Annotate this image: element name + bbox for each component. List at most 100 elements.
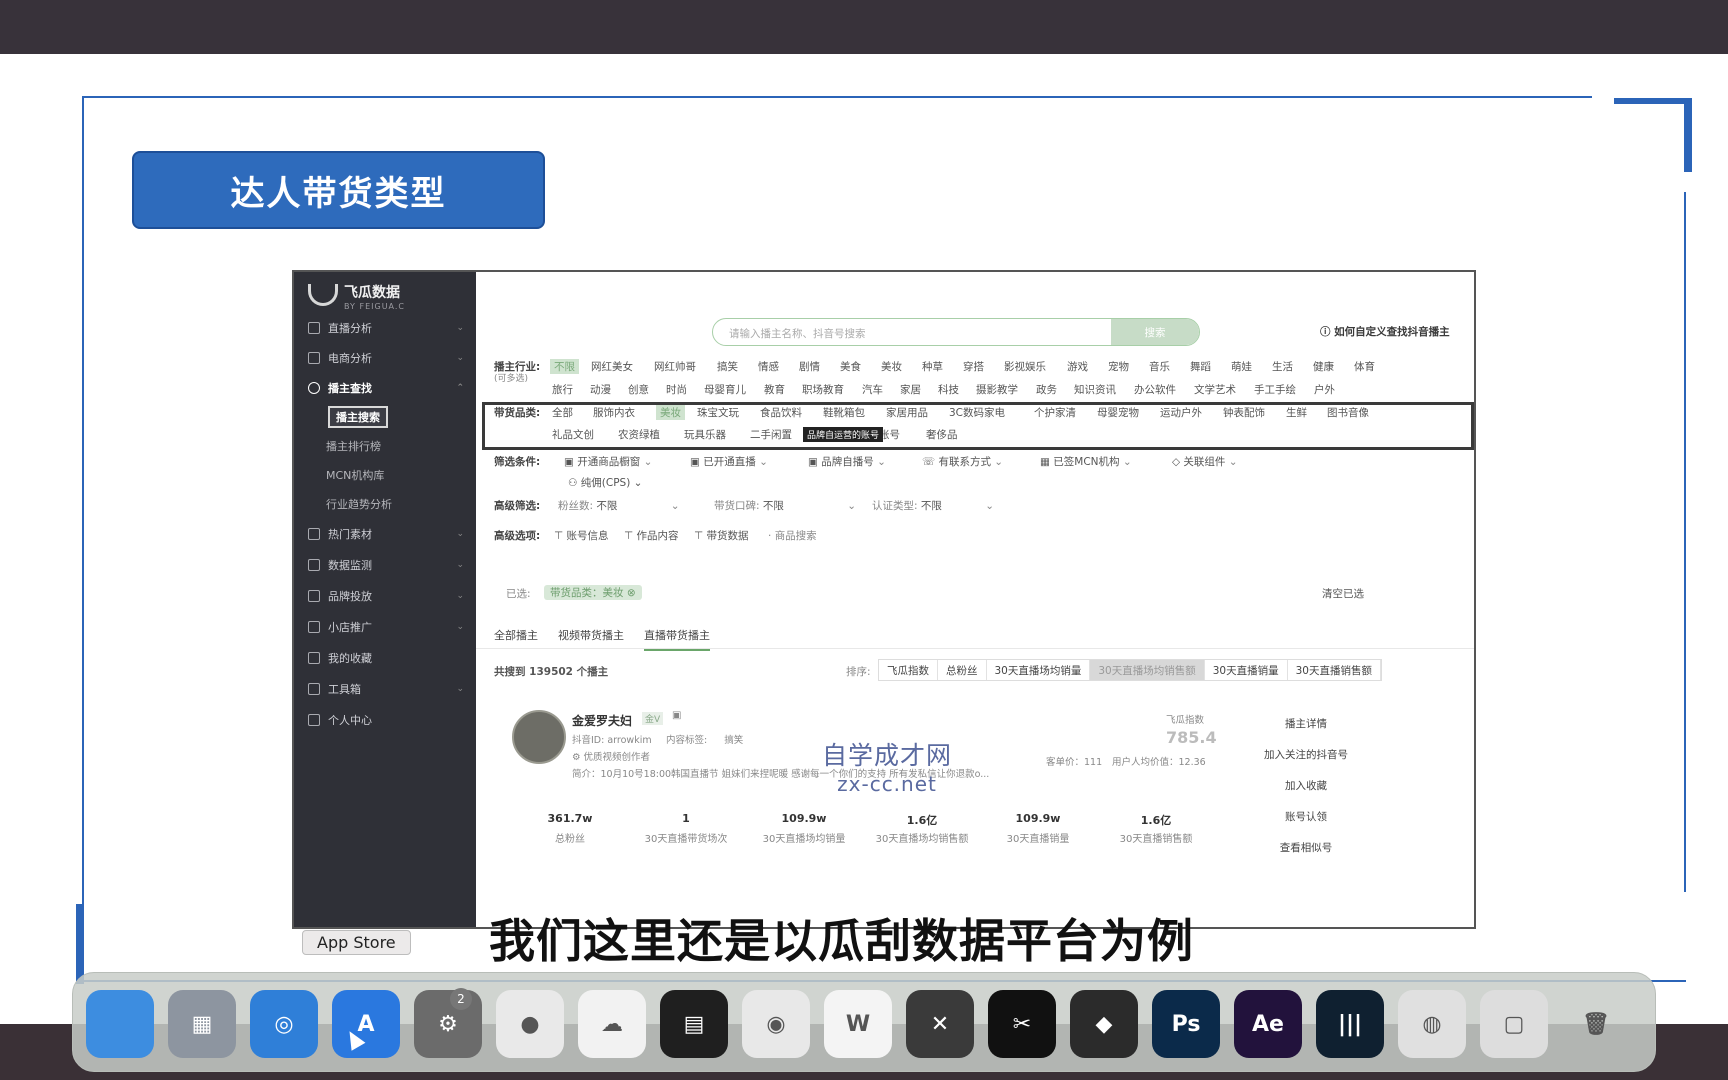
filter-cps-label[interactable]: 纯佣(CPS) bbox=[581, 477, 631, 489]
industry-tag[interactable]: 办公软件 bbox=[1134, 382, 1176, 397]
sort-option[interactable]: 30天直播场均销量 bbox=[987, 660, 1091, 680]
photoshop-icon[interactable]: Ps bbox=[1152, 990, 1220, 1058]
industry-tag[interactable]: 动漫 bbox=[590, 382, 611, 397]
industry-tag[interactable]: 职场教育 bbox=[802, 382, 844, 397]
advanced-option-label[interactable]: 带货数据 bbox=[706, 530, 748, 542]
filter-option-label[interactable]: 关联组件 bbox=[1183, 456, 1225, 468]
selected-chip[interactable]: 带货品类：美妆 ⊗ bbox=[544, 585, 642, 600]
netease-music-icon[interactable]: ◉ bbox=[742, 990, 810, 1058]
industry-tag[interactable]: 穿搭 bbox=[963, 359, 984, 374]
industry-tag[interactable]: 不限 bbox=[550, 359, 579, 374]
sort-option[interactable]: 总粉丝 bbox=[938, 660, 987, 680]
category-tag[interactable]: 运动户外 bbox=[1160, 405, 1202, 420]
app-store-icon[interactable]: A bbox=[332, 990, 400, 1058]
industry-tag[interactable]: 游戏 bbox=[1067, 359, 1088, 374]
chrome-icon[interactable]: ◍ bbox=[1398, 990, 1466, 1058]
filter-option[interactable]: ▣ 品牌自播号 ⌄ bbox=[808, 454, 886, 469]
category-tag[interactable]: 生鲜 bbox=[1286, 405, 1307, 420]
action-link[interactable]: 加入收藏 bbox=[1256, 778, 1356, 793]
trash-icon[interactable]: 🗑 bbox=[1562, 990, 1630, 1058]
advanced-option-label[interactable]: 账号信息 bbox=[566, 530, 608, 542]
industry-tag[interactable]: 搞笑 bbox=[717, 359, 738, 374]
filter-option[interactable]: ☏ 有联系方式 ⌄ bbox=[922, 454, 1003, 469]
action-link[interactable]: 播主详情 bbox=[1256, 716, 1356, 731]
sidebar-sub-ranking[interactable]: 播主排行榜 bbox=[326, 435, 381, 457]
sidebar-item-shop[interactable]: 小店推广 ⌄ bbox=[294, 615, 476, 639]
finder-icon[interactable] bbox=[86, 990, 154, 1058]
category-tag[interactable]: 玩具乐器 bbox=[684, 427, 726, 442]
reputation-value[interactable]: 不限 bbox=[763, 500, 784, 512]
sidebar-item-brand[interactable]: 品牌投放 ⌄ bbox=[294, 584, 476, 608]
clear-selected-button[interactable]: 清空已选 bbox=[1322, 586, 1364, 601]
category-tag[interactable]: 全部 bbox=[552, 405, 573, 420]
action-link[interactable]: 查看相似号 bbox=[1256, 840, 1356, 855]
preview-icon[interactable]: ▢ bbox=[1480, 990, 1548, 1058]
fans-value[interactable]: 不限 bbox=[596, 500, 617, 512]
filter-cps[interactable]: ⚇ 纯佣(CPS) ⌄ bbox=[568, 475, 642, 490]
filter-option-label[interactable]: 品牌自播号 bbox=[821, 456, 874, 468]
audio-app-icon[interactable]: ||| bbox=[1316, 990, 1384, 1058]
wps-icon[interactable]: W bbox=[824, 990, 892, 1058]
category-tag[interactable]: 3C数码家电 bbox=[949, 405, 1005, 420]
after-effects-icon[interactable]: Ae bbox=[1234, 990, 1302, 1058]
action-link[interactable]: 加入关注的抖音号 bbox=[1256, 747, 1356, 762]
industry-tag[interactable]: 户外 bbox=[1314, 382, 1335, 397]
industry-tag[interactable]: 网红美女 bbox=[591, 359, 633, 374]
advanced-option[interactable]: ⊤ 作品内容 bbox=[624, 528, 678, 543]
filter-option[interactable]: ▣ 已开通直播 ⌄ bbox=[690, 454, 768, 469]
industry-tag[interactable]: 政务 bbox=[1036, 382, 1057, 397]
cert-value[interactable]: 不限 bbox=[921, 500, 942, 512]
sort-option[interactable]: 30天直播销售额 bbox=[1288, 660, 1381, 680]
category-tag[interactable]: 美妆 bbox=[656, 405, 685, 420]
industry-tag[interactable]: 摄影教学 bbox=[976, 382, 1018, 397]
advanced-option-label[interactable]: 作品内容 bbox=[636, 530, 678, 542]
industry-tag[interactable]: 宠物 bbox=[1108, 359, 1129, 374]
category-tag[interactable]: 钟表配饰 bbox=[1223, 405, 1265, 420]
advanced-option[interactable]: ⊤ 账号信息 bbox=[554, 528, 608, 543]
filter-option-label[interactable]: 有联系方式 bbox=[938, 456, 991, 468]
search-bar[interactable]: 请输入播主名称、抖音号搜索 搜索 bbox=[712, 318, 1200, 346]
advanced-option[interactable]: ⊤ 带货数据 bbox=[694, 528, 748, 543]
category-tag[interactable]: 二手闲置 bbox=[750, 427, 792, 442]
industry-tag[interactable]: 影视娱乐 bbox=[1004, 359, 1046, 374]
launchpad-icon[interactable]: ▦ bbox=[168, 990, 236, 1058]
industry-tag[interactable]: 剧情 bbox=[799, 359, 820, 374]
action-link[interactable]: 账号认领 bbox=[1256, 809, 1356, 824]
industry-tag[interactable]: 美食 bbox=[840, 359, 861, 374]
tab-video[interactable]: 视频带货播主 bbox=[558, 627, 624, 643]
industry-tag[interactable]: 情感 bbox=[758, 359, 779, 374]
sidebar-item-favorites[interactable]: 我的收藏 bbox=[294, 646, 476, 670]
sidebar-sub-mcn[interactable]: MCN机构库 bbox=[326, 464, 384, 486]
wechat-icon[interactable]: ● bbox=[496, 990, 564, 1058]
industry-tag[interactable]: 时尚 bbox=[666, 382, 687, 397]
filter-option[interactable]: ▣ 开通商品橱窗 ⌄ bbox=[564, 454, 652, 469]
industry-tag[interactable]: 母婴育儿 bbox=[704, 382, 746, 397]
sidebar-sub-trend[interactable]: 行业趋势分析 bbox=[326, 493, 392, 515]
baidu-netdisk-icon[interactable]: ☁ bbox=[578, 990, 646, 1058]
advanced-option-label[interactable]: 商品搜索 bbox=[775, 530, 817, 542]
search-button[interactable]: 搜索 bbox=[1111, 319, 1199, 345]
category-tag[interactable]: 母婴宠物 bbox=[1097, 405, 1139, 420]
sidebar-sub-streamer-search[interactable]: 播主搜索 bbox=[328, 406, 388, 428]
davinci-icon[interactable]: ◆ bbox=[1070, 990, 1138, 1058]
industry-tag[interactable]: 文学艺术 bbox=[1194, 382, 1236, 397]
filter-option[interactable]: ◇ 关联组件 ⌄ bbox=[1172, 454, 1238, 469]
industry-tag[interactable]: 舞蹈 bbox=[1190, 359, 1211, 374]
capcut-icon[interactable]: ✂ bbox=[988, 990, 1056, 1058]
category-tag[interactable]: 鞋靴箱包 bbox=[823, 405, 865, 420]
filter-option[interactable]: ▦ 已签MCN机构 ⌄ bbox=[1040, 454, 1132, 469]
industry-tag[interactable]: 美妆 bbox=[881, 359, 902, 374]
close-icon[interactable]: ⊗ bbox=[627, 587, 636, 599]
sidebar-item-ecommerce[interactable]: 电商分析 ⌄ bbox=[294, 346, 476, 370]
filter-option-label[interactable]: 已签MCN机构 bbox=[1053, 456, 1119, 468]
advanced-option[interactable]: · 商品搜索 bbox=[768, 528, 817, 543]
category-tag[interactable]: 礼品文创 bbox=[552, 427, 594, 442]
help-link[interactable]: ⓘ 如何自定义查找抖音播主 bbox=[1320, 324, 1450, 339]
sidebar-item-tools[interactable]: 工具箱 ⌄ bbox=[294, 677, 476, 701]
industry-tag[interactable]: 教育 bbox=[764, 382, 785, 397]
sidebar-item-materials[interactable]: 热门素材 ⌄ bbox=[294, 522, 476, 546]
avatar[interactable] bbox=[512, 710, 566, 764]
industry-tag[interactable]: 音乐 bbox=[1149, 359, 1170, 374]
search-input[interactable]: 请输入播主名称、抖音号搜索 bbox=[729, 326, 866, 341]
sidebar-item-account[interactable]: 个人中心 bbox=[294, 708, 476, 732]
